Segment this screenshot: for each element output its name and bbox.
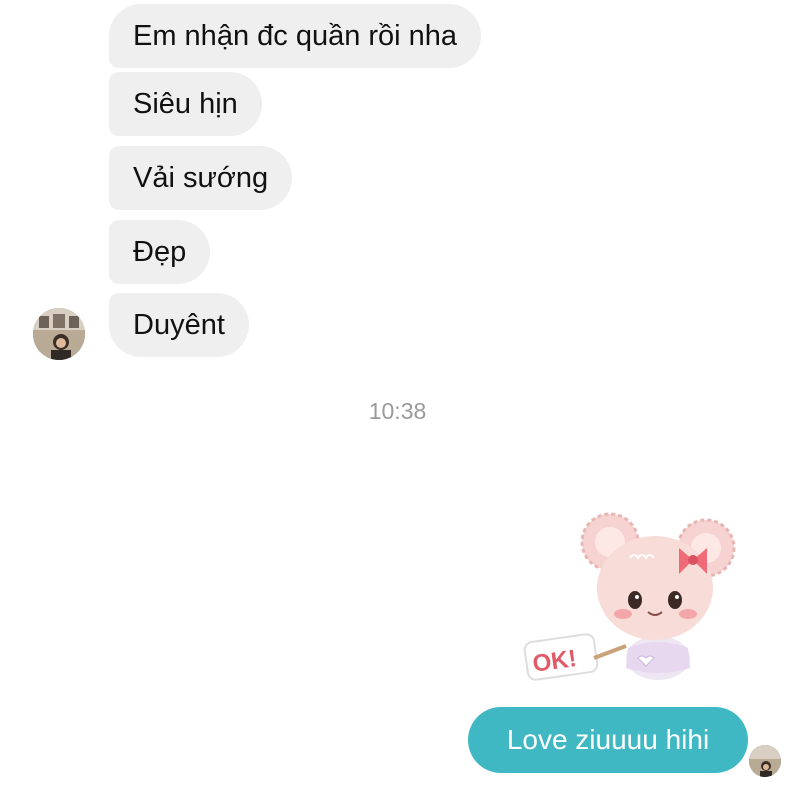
sender-avatar[interactable]: [33, 308, 85, 360]
message-timestamp: 10:38: [368, 398, 427, 424]
incoming-message-bubble[interactable]: Siêu hịn: [109, 72, 262, 136]
incoming-message-bubble[interactable]: Vải sướng: [109, 146, 293, 210]
incoming-message-bubble[interactable]: Em nhận đc quần rồi nha: [109, 4, 482, 68]
outgoing-message-bubble[interactable]: Love ziuuuu hihi: [468, 707, 748, 773]
bear-ok-sticker[interactable]: OK!: [518, 508, 744, 686]
avatar-photo-icon: [33, 308, 85, 360]
incoming-message-bubble[interactable]: Đẹp: [109, 220, 211, 284]
incoming-message-bubble[interactable]: Duyênt: [109, 293, 249, 357]
read-receipt-avatar: [749, 745, 781, 777]
bear-sticker-icon: OK!: [523, 512, 736, 681]
avatar-photo-icon: [749, 745, 781, 777]
